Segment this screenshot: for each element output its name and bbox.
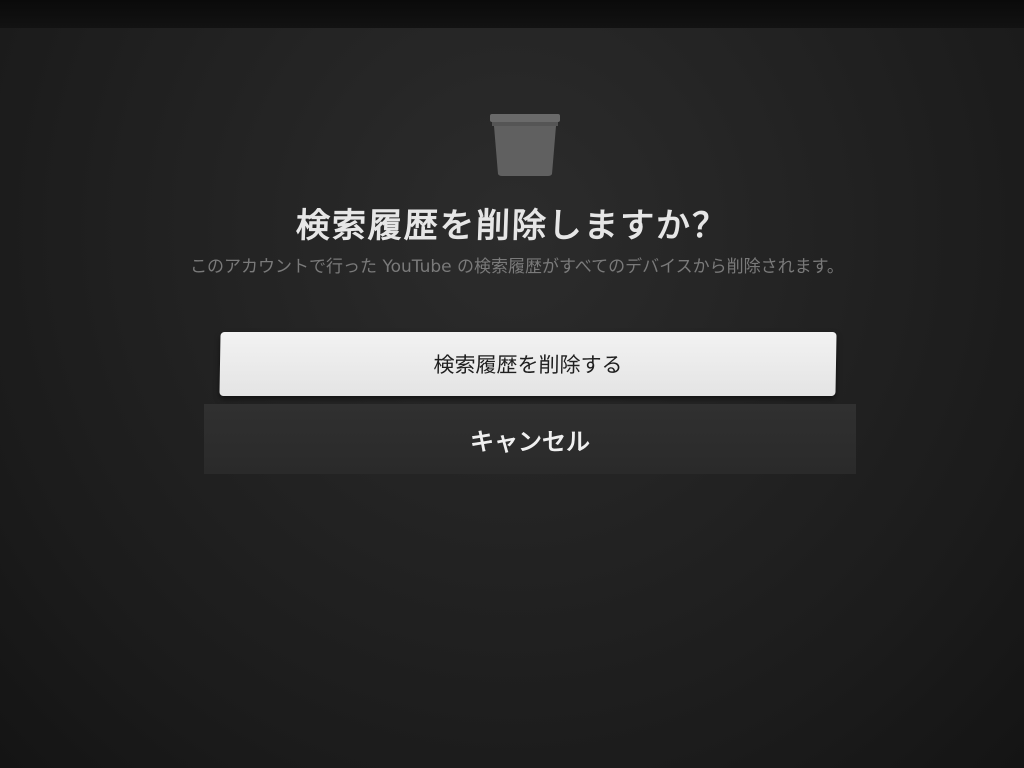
dialog-title: 検索履歴を削除しますか？ (295, 206, 729, 246)
trash-icon (490, 114, 560, 176)
dialog-buttons: 検索履歴を削除する キャンセル (0, 330, 1024, 490)
cancel-button[interactable]: キャンセル (204, 404, 856, 474)
dialog-message: このアカウントで行った YouTube の検索履歴がすべてのデバイスから削除され… (190, 257, 844, 277)
clear-history-dialog-screen: 検索履歴を削除しますか？ このアカウントで行った YouTube の検索履歴がす… (0, 0, 1024, 768)
clear-history-button[interactable]: 検索履歴を削除する (219, 332, 837, 396)
screen-bezel (0, 0, 1024, 28)
